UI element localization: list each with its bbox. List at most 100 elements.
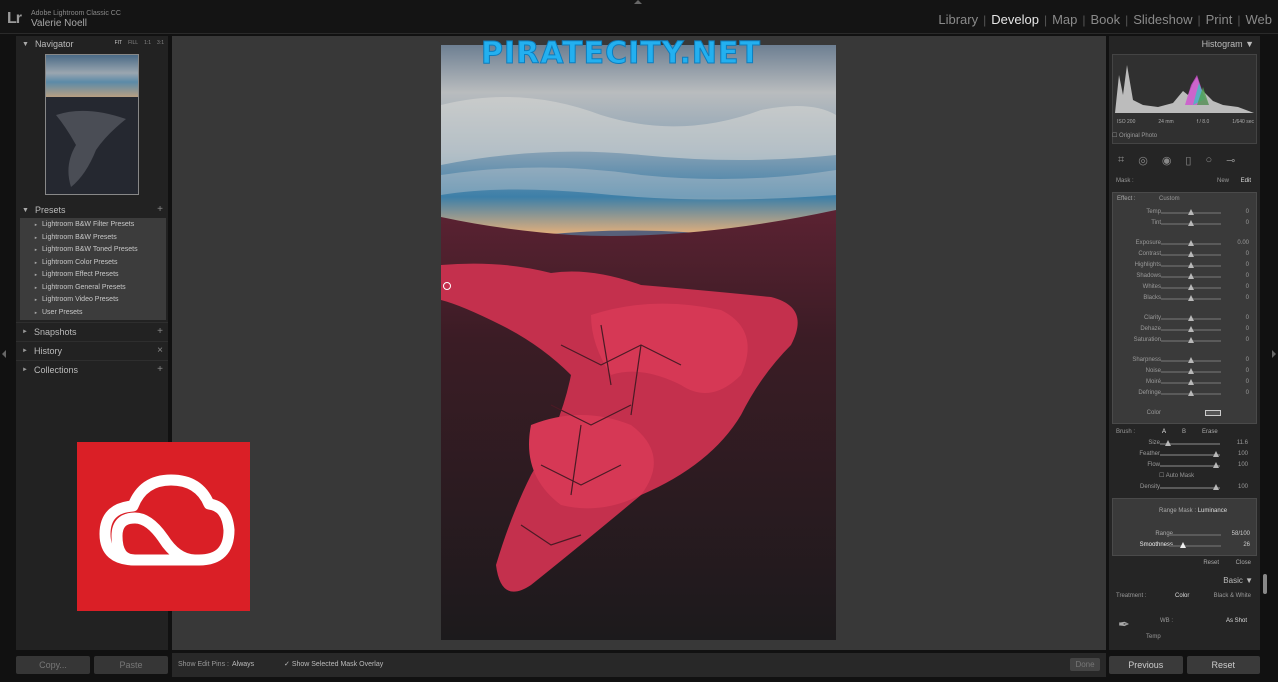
preset-folder[interactable]: Lightroom General Presets <box>20 284 166 297</box>
module-library[interactable]: Library <box>938 12 978 27</box>
adjustment-slider[interactable]: Moiré 0 <box>1113 377 1258 388</box>
reset-button[interactable]: Reset <box>1186 656 1260 674</box>
slider-thumb[interactable] <box>1188 357 1194 363</box>
slider-thumb[interactable] <box>1188 220 1194 226</box>
add-snapshot-icon[interactable]: + <box>157 326 163 337</box>
navigator-preview[interactable] <box>45 54 139 195</box>
collections-header[interactable]: ► Collections + <box>16 360 168 378</box>
history-header[interactable]: ► History × <box>16 341 168 359</box>
preset-folder[interactable]: Lightroom Color Presets <box>20 259 166 272</box>
treatment-bw-button[interactable]: Black & White <box>1214 593 1251 599</box>
right-panel-scrollbar[interactable] <box>1263 574 1267 594</box>
adjustment-slider[interactable]: Color <box>1113 408 1258 419</box>
collapse-top-arrow-icon[interactable] <box>634 0 642 4</box>
zoom-1-1[interactable]: 1:1 <box>144 40 151 46</box>
preset-folder[interactable]: Lightroom B&W Presets <box>20 234 166 247</box>
brush-a-button[interactable]: A <box>1162 429 1166 435</box>
graduated-filter-icon[interactable]: ▯ <box>1185 154 1191 167</box>
effect-dropdown[interactable]: Custom <box>1159 196 1180 202</box>
slider-thumb[interactable] <box>1188 251 1194 257</box>
module-web[interactable]: Web <box>1246 12 1273 27</box>
histogram-header[interactable]: Histogram ▼ <box>1109 36 1260 52</box>
range-mask-dropdown[interactable]: Luminance <box>1198 508 1227 514</box>
module-book[interactable]: Book <box>1090 12 1120 27</box>
adjustment-slider[interactable]: Contrast 0 <box>1113 249 1258 260</box>
adjustment-slider[interactable]: Noise 0 <box>1113 366 1258 377</box>
slider-thumb[interactable] <box>1188 390 1194 396</box>
brush-feather-slider[interactable]: Feather 100 <box>1112 449 1257 460</box>
slider-thumb[interactable] <box>1188 379 1194 385</box>
slider-thumb[interactable] <box>1213 451 1219 457</box>
slider-thumb[interactable] <box>1213 484 1219 490</box>
adjustment-slider[interactable]: Whites 0 <box>1113 282 1258 293</box>
brush-size-slider[interactable]: Size 11.6 <box>1112 438 1257 449</box>
radial-filter-icon[interactable]: ○ <box>1205 154 1212 166</box>
adjustment-slider[interactable]: Highlights 0 <box>1113 260 1258 271</box>
spot-removal-icon[interactable]: ◎ <box>1138 154 1148 167</box>
color-swatch[interactable] <box>1205 410 1221 416</box>
brush-b-button[interactable]: B <box>1182 429 1186 435</box>
mask-overlay-checkbox[interactable]: ✓ Show Selected Mask Overlay <box>284 660 383 668</box>
copy-button[interactable]: Copy... <box>16 656 90 674</box>
navigator-header[interactable]: ▼ Navigator FIT FILL 1:1 3:1 <box>16 36 168 52</box>
snapshots-header[interactable]: ► Snapshots + <box>16 322 168 340</box>
preset-folder[interactable]: Lightroom Video Presets <box>20 296 166 309</box>
range-slider[interactable]: Range 58/100 <box>1113 529 1258 540</box>
previous-button[interactable]: Previous <box>1109 656 1183 674</box>
slider-thumb[interactable] <box>1188 337 1194 343</box>
eyedropper-icon[interactable]: ✒ <box>1118 616 1130 633</box>
treatment-color-button[interactable]: Color <box>1175 593 1189 599</box>
edit-pin[interactable] <box>443 282 451 290</box>
module-develop[interactable]: Develop <box>991 12 1039 27</box>
adjustment-slider[interactable]: Blacks 0 <box>1113 293 1258 304</box>
slider-thumb[interactable] <box>1188 295 1194 301</box>
smoothness-slider[interactable]: Smoothness 26 <box>1113 540 1258 551</box>
mask-edit-button[interactable]: Edit <box>1241 178 1251 184</box>
clear-history-icon[interactable]: × <box>157 345 163 356</box>
preset-folder[interactable]: Lightroom Effect Presets <box>20 271 166 284</box>
adjustment-slider[interactable]: Clarity 0 <box>1113 313 1258 324</box>
slider-thumb[interactable] <box>1213 462 1219 468</box>
adjustment-slider[interactable]: Sharpness 0 <box>1113 355 1258 366</box>
zoom-3-1[interactable]: 3:1 <box>157 40 164 46</box>
edit-pins-dropdown[interactable]: Always <box>232 661 254 668</box>
add-collection-icon[interactable]: + <box>157 364 163 375</box>
adjustment-slider[interactable]: Temp 0 <box>1113 207 1258 218</box>
slider-thumb[interactable] <box>1188 284 1194 290</box>
right-panel-toggle-icon[interactable] <box>1272 350 1276 358</box>
preset-folder[interactable]: Lightroom B&W Filter Presets <box>20 221 166 234</box>
slider-thumb[interactable] <box>1188 262 1194 268</box>
crop-tool-icon[interactable]: ⌗ <box>1118 154 1124 167</box>
slider-thumb[interactable] <box>1188 315 1194 321</box>
main-photo[interactable] <box>441 45 836 640</box>
basic-header[interactable]: Basic ▼ <box>1112 574 1257 588</box>
presets-header[interactable]: ▼ Presets + <box>16 202 168 218</box>
slider-thumb[interactable] <box>1165 440 1171 446</box>
adjustment-slider[interactable]: Dehaze 0 <box>1113 324 1258 335</box>
slider-thumb[interactable] <box>1188 240 1194 246</box>
adjustment-slider[interactable]: Shadows 0 <box>1113 271 1258 282</box>
adjustment-slider[interactable]: Saturation 0 <box>1113 335 1258 346</box>
slider-thumb[interactable] <box>1188 209 1194 215</box>
module-slideshow[interactable]: Slideshow <box>1133 12 1192 27</box>
zoom-fill[interactable]: FILL <box>128 40 138 46</box>
red-eye-icon[interactable]: ◉ <box>1162 154 1172 167</box>
adjustment-brush-icon[interactable]: ⊸ <box>1226 154 1235 167</box>
mask-new-button[interactable]: New <box>1217 178 1229 184</box>
paste-button[interactable]: Paste <box>94 656 168 674</box>
brush-flow-slider[interactable]: Flow 100 <box>1112 460 1257 471</box>
mask-close-button[interactable]: Close <box>1236 560 1251 566</box>
adjustment-slider[interactable]: Defringe 0 <box>1113 388 1258 399</box>
brush-erase-button[interactable]: Erase <box>1202 429 1218 435</box>
module-print[interactable]: Print <box>1206 12 1233 27</box>
wb-dropdown[interactable]: As Shot <box>1226 618 1247 624</box>
slider-thumb[interactable] <box>1180 542 1186 548</box>
slider-thumb[interactable] <box>1188 326 1194 332</box>
add-preset-icon[interactable]: + <box>157 204 163 215</box>
zoom-fit[interactable]: FIT <box>115 40 123 46</box>
brush-density-slider[interactable]: Density 100 <box>1112 482 1257 493</box>
mask-reset-button[interactable]: Reset <box>1203 560 1219 566</box>
slider-thumb[interactable] <box>1188 368 1194 374</box>
slider-thumb[interactable] <box>1188 273 1194 279</box>
preset-folder[interactable]: Lightroom B&W Toned Presets <box>20 246 166 259</box>
